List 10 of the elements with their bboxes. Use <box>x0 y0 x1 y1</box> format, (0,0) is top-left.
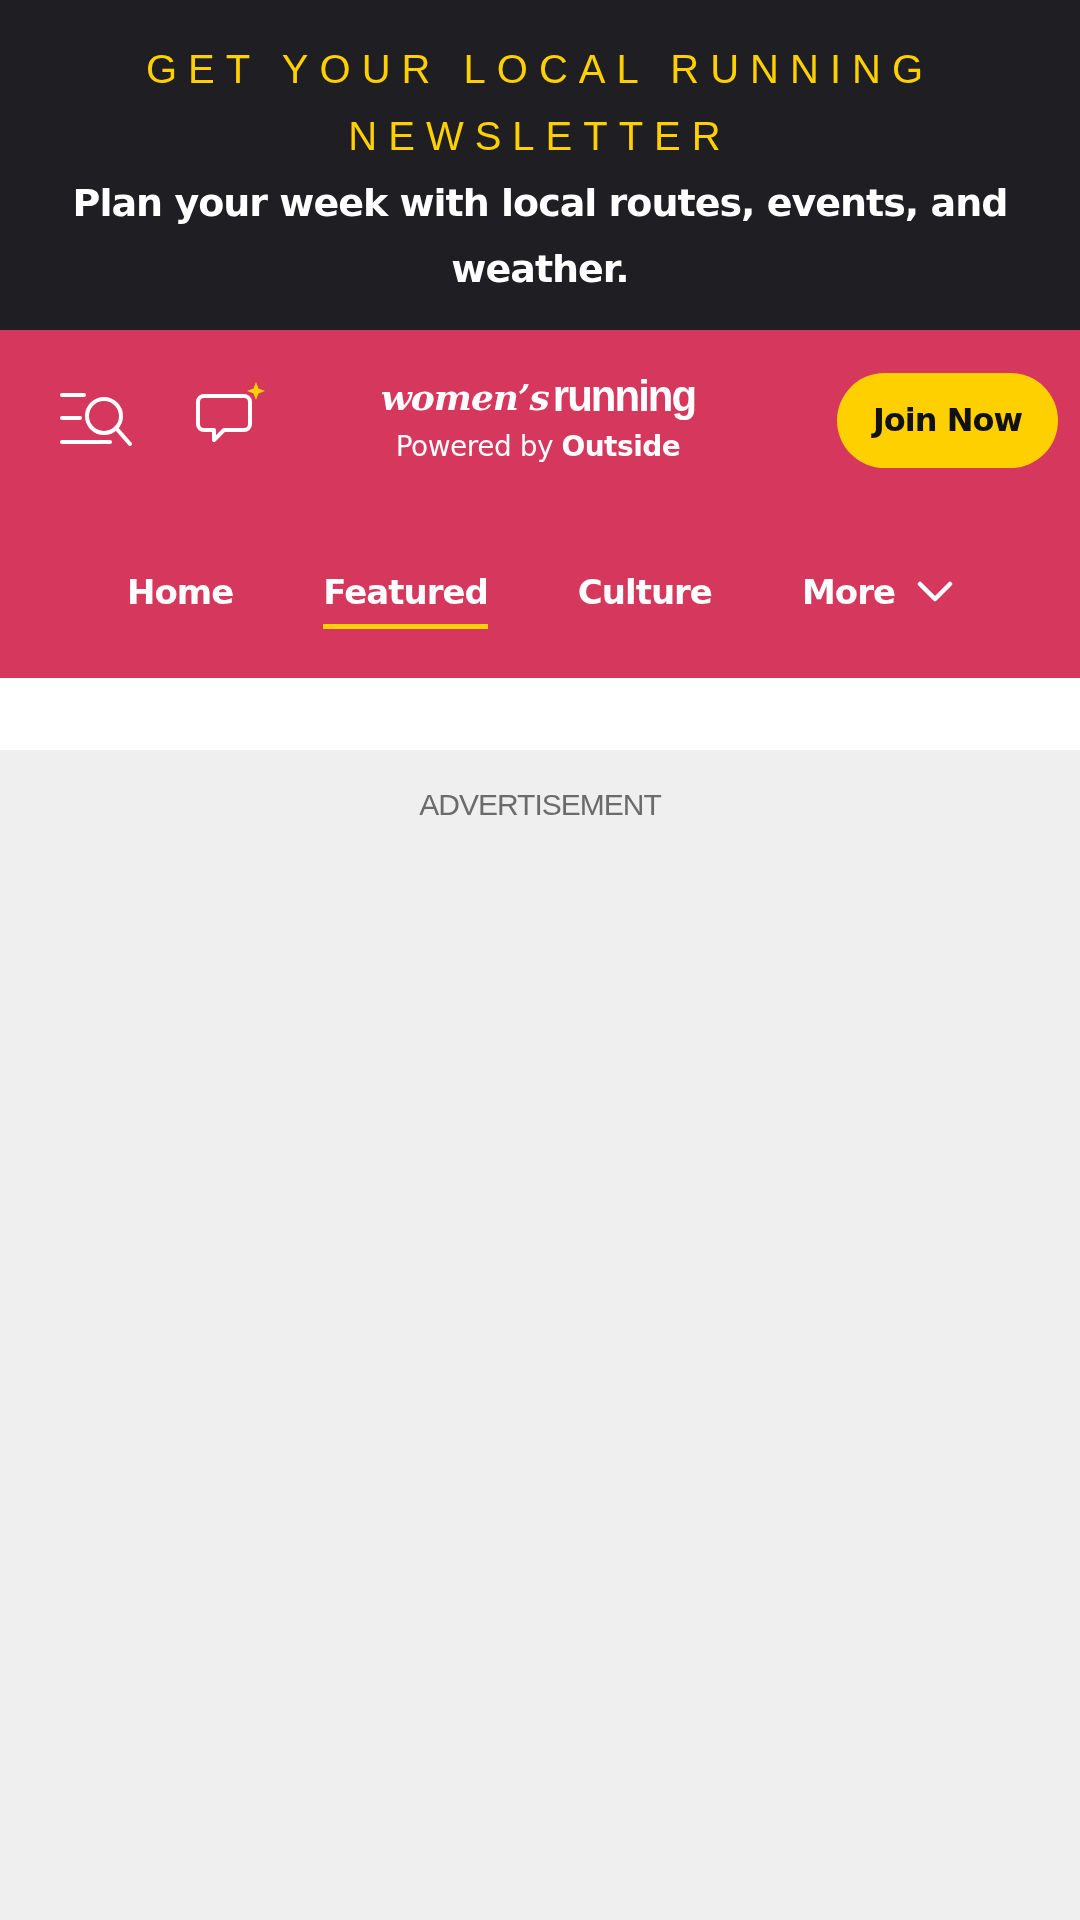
nav-tab[interactable]: More <box>801 572 953 629</box>
join-now-button[interactable]: Join Now <box>837 372 1058 468</box>
banner-subtitle: Plan your week with local routes, events, and weather. <box>71 180 1009 293</box>
nav-tab[interactable]: Featured <box>323 572 488 629</box>
nav-tab[interactable]: Culture <box>577 572 712 629</box>
banner-title: GET YOUR LOCAL RUNNING NEWSLETTER <box>144 46 935 160</box>
nav-tab[interactable]: Home <box>127 572 234 629</box>
powered-by-text: Powered by Outside <box>395 429 681 463</box>
advertisement-label: ADVERTISEMENT <box>419 788 661 823</box>
site-logo[interactable]: women’srunning <box>380 373 696 420</box>
